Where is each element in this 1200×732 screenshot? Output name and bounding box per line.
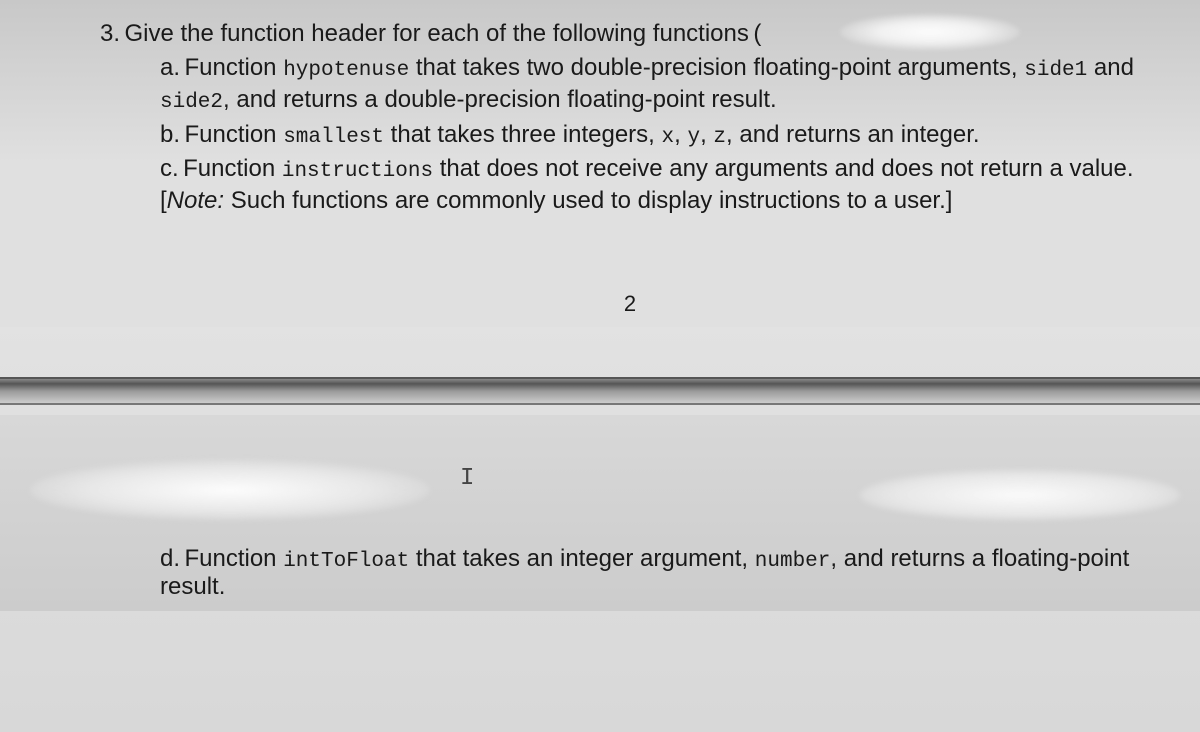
redaction-smudge-right [860, 470, 1180, 520]
sub-text-a-1: hypotenuse [283, 59, 409, 82]
sub-text-c-0: Function [183, 155, 282, 182]
sub-text-a-0: Function [184, 54, 283, 81]
sub-question-list: a. Function hypotenuse that takes two do… [160, 52, 1160, 216]
sub-text-d-3: number [755, 550, 831, 573]
sub-text-a-4: and [1087, 54, 1134, 81]
sub-text-a-3: side1 [1024, 59, 1087, 82]
sub-text-b-6: , [700, 121, 713, 148]
sub-text-b-4: , [674, 121, 687, 148]
sub-text-b-8: , and returns an integer. [726, 121, 980, 148]
sub-item-c: c. Function instructions that does not r… [160, 153, 1160, 216]
sub-item-a: a. Function hypotenuse that takes two do… [160, 52, 1160, 117]
redaction-smudge-top [840, 14, 1020, 50]
sub-text-b-2: that takes three integers, [384, 121, 662, 148]
sub-text-b-7: z [713, 126, 726, 149]
sub-text-b-3: x [662, 126, 675, 149]
redaction-smudge-left [30, 460, 430, 520]
paren-open: ( [753, 20, 761, 47]
sub-text-b-1: smallest [283, 126, 384, 149]
sub-text-d-2: that takes an integer argument, [409, 545, 755, 572]
sub-text-c-1: instructions [282, 160, 433, 183]
sub-text-b-5: y [687, 126, 700, 149]
sub-text-c-3: Note: [167, 187, 224, 214]
page-container: 3. Give the function header for each of … [0, 0, 1200, 732]
page-break-divider [0, 377, 1200, 405]
sub-text-d-1: intToFloat [283, 550, 409, 573]
sub-item-d: d. Function intToFloat that takes an int… [160, 545, 1160, 601]
page-number: 2 [100, 291, 1160, 317]
sub-text-d-0: Function [184, 545, 283, 572]
sub-label-b: b. [160, 121, 180, 148]
sub-label-a: a. [160, 54, 180, 81]
sub-label-d: d. [160, 545, 180, 572]
sub-label-c: c. [160, 155, 179, 182]
question-number: 3. [100, 20, 120, 47]
sub-text-c-4: Such functions are commonly used to disp… [224, 187, 952, 214]
question-intro: Give the function header for each of the… [124, 20, 748, 47]
sub-item-b: b. Function smallest that takes three in… [160, 119, 1160, 151]
sub-text-b-0: Function [184, 121, 283, 148]
sub-text-a-6: , and returns a double-precision floatin… [223, 86, 777, 113]
sub-text-a-5: side2 [160, 91, 223, 114]
page-top-section: 3. Give the function header for each of … [0, 0, 1200, 327]
sub-text-a-2: that takes two double-precision floating… [409, 54, 1024, 81]
text-cursor-icon: I [460, 465, 474, 492]
page-bottom-section: I d. Function intToFloat that takes an i… [0, 415, 1200, 611]
